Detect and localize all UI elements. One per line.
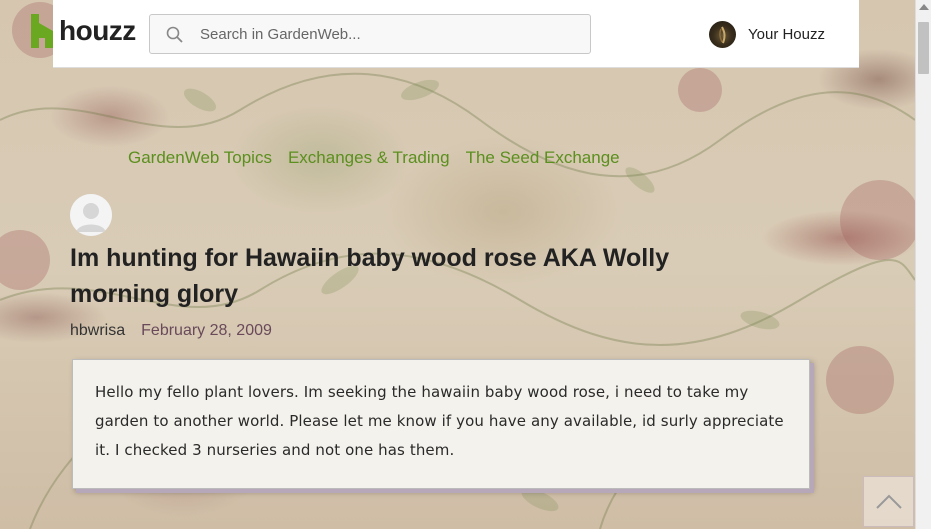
scroll-thumb[interactable]	[918, 22, 929, 74]
site-header: houzz Your Houzz	[31, 0, 859, 68]
author-name[interactable]: hbwrisa	[70, 322, 125, 340]
avatar	[709, 21, 736, 48]
logo-text: houzz	[59, 15, 136, 46]
post-body: Hello my fello plant lovers. Im seeking …	[95, 383, 784, 459]
post-title: Im hunting for Hawaiin baby wood rose AK…	[70, 244, 670, 308]
scroll-up-arrow-icon[interactable]	[919, 4, 929, 10]
post-meta: hbwrisa February 28, 2009	[70, 322, 272, 340]
search-icon	[166, 26, 184, 49]
your-houzz-menu[interactable]: Your Houzz	[709, 21, 825, 48]
back-to-top-button[interactable]	[863, 476, 914, 527]
breadcrumb-gardenweb-topics[interactable]: GardenWeb Topics	[128, 148, 272, 168]
houzz-logo-icon	[31, 14, 53, 48]
houzz-logo[interactable]: houzz	[31, 14, 136, 48]
breadcrumb: GardenWeb Topics Exchanges & Trading The…	[128, 148, 620, 168]
search-input[interactable]	[200, 23, 580, 45]
search-box[interactable]	[149, 14, 591, 54]
your-houzz-label: Your Houzz	[748, 26, 825, 43]
scrollbar[interactable]	[915, 0, 931, 529]
breadcrumb-exchanges-trading[interactable]: Exchanges & Trading	[288, 148, 450, 168]
post-body-box: Hello my fello plant lovers. Im seeking …	[72, 359, 810, 489]
chevron-up-icon	[876, 494, 902, 509]
post-date: February 28, 2009	[141, 322, 272, 339]
breadcrumb-seed-exchange[interactable]: The Seed Exchange	[466, 148, 620, 168]
author-avatar[interactable]	[70, 194, 112, 236]
